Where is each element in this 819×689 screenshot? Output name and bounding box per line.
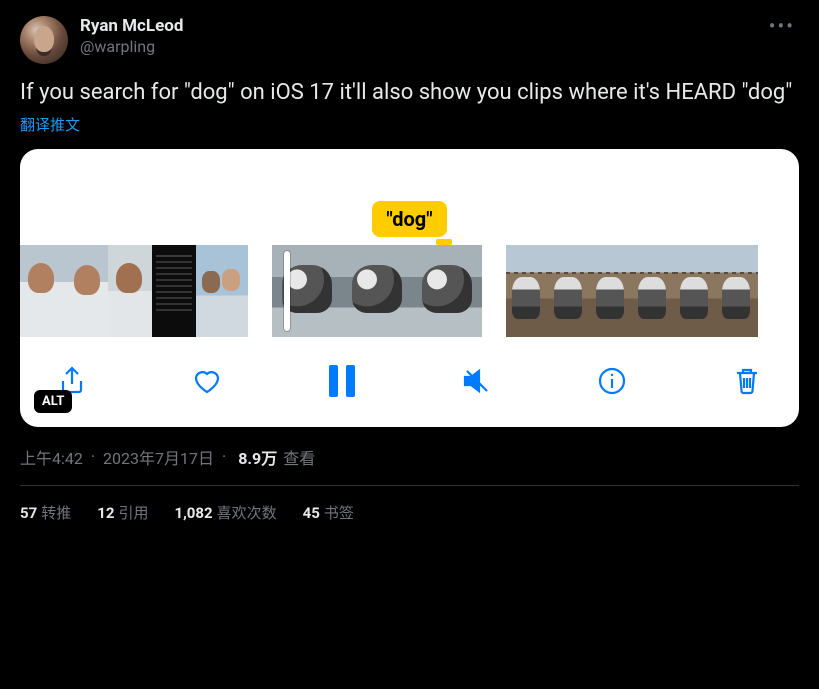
clip-group-3 [506,245,758,337]
heart-icon[interactable] [185,359,229,403]
clip-frame [342,245,412,337]
tweet-stats: 57转推 12引用 1,082 喜欢次数 45书签 [20,486,799,539]
time[interactable]: 上午4:42 [20,445,83,469]
pause-icon[interactable] [320,359,364,403]
translate-link[interactable]: 翻译推文 [20,114,799,135]
clip-frame [632,245,674,337]
clip-frame [272,245,342,337]
separator: · [220,447,228,466]
handle: @warpling [80,37,753,57]
tweet-text: If you search for "dog" on iOS 17 it'll … [20,78,799,108]
separator: · [89,447,97,466]
clip-group-2 [272,245,482,337]
views-label: 查看 [283,445,315,469]
date[interactable]: 2023年7月17日 [103,445,214,469]
views-count: 8.9万 [238,445,277,469]
clip-group-1 [20,245,248,337]
clip-frame [196,245,248,337]
clip-frame [548,245,590,337]
mute-icon[interactable] [455,359,499,403]
more-icon[interactable]: ••• [765,16,799,36]
clip-frame [64,245,108,337]
retweets-count: 57 [20,504,37,522]
video-scrubber-strip[interactable] [20,245,799,337]
retweets-label: 转推 [41,504,71,522]
clip-frame [20,245,64,337]
clip-frame [590,245,632,337]
bookmarks-stat[interactable]: 45书签 [303,502,354,523]
retweets-stat[interactable]: 57转推 [20,502,71,523]
playhead[interactable] [284,251,290,331]
clip-frame [506,245,548,337]
likes-count: 1,082 [174,504,212,522]
quotes-stat[interactable]: 12引用 [97,502,148,523]
clip-frame [152,245,196,337]
clip-frame [108,245,152,337]
likes-label: 喜欢次数 [217,504,277,522]
tweet-meta: 上午4:42 · 2023年7月17日 · 8.9万 查看 [20,445,799,486]
trash-icon[interactable] [725,359,769,403]
tweet-header: Ryan McLeod @warpling ••• [20,16,799,64]
quotes-label: 引用 [118,504,148,522]
clip-frame [674,245,716,337]
info-icon[interactable] [590,359,634,403]
clip-frame [412,245,482,337]
media-card[interactable]: "dog" [20,149,799,427]
caption-bubble: "dog" [372,201,446,237]
display-name: Ryan McLeod [80,16,753,37]
author-names[interactable]: Ryan McLeod @warpling [80,16,753,57]
clip-frame [716,245,758,337]
tweet: Ryan McLeod @warpling ••• If you search … [0,0,819,539]
likes-stat[interactable]: 1,082 喜欢次数 [174,502,276,523]
bookmarks-count: 45 [303,504,320,522]
avatar[interactable] [20,16,68,64]
alt-badge[interactable]: ALT [34,390,72,413]
bookmarks-label: 书签 [324,504,354,522]
media-toolbar [20,337,799,413]
quotes-count: 12 [97,504,114,522]
